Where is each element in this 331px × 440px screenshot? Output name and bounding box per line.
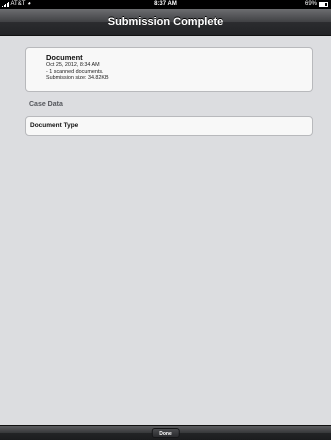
screen: AT&T ◕ 8:37 AM 69% Submission Complete D…	[0, 0, 331, 440]
status-bar: AT&T ◕ 8:37 AM 69%	[0, 0, 331, 9]
battery-percent: 69%	[304, 1, 317, 7]
main-content: Document Oct 25, 2012, 8:34 AM - 1 scann…	[0, 36, 331, 425]
status-time: 8:37 AM	[154, 1, 177, 7]
document-title: Document	[46, 53, 83, 62]
navigation-bar: Submission Complete	[0, 9, 331, 36]
document-type-row[interactable]: Document Type	[25, 116, 313, 136]
battery-icon	[319, 2, 328, 7]
case-data-header: Case Data	[29, 101, 63, 108]
done-button[interactable]: Done	[151, 428, 180, 438]
document-card: Document Oct 25, 2012, 8:34 AM - 1 scann…	[25, 47, 313, 92]
bottom-toolbar: Done	[0, 425, 331, 440]
page-title: Submission Complete	[107, 16, 224, 28]
status-right: 69%	[305, 0, 328, 9]
document-submission-size: Submission size: 34.82KB	[46, 75, 109, 81]
document-type-label: Document Type	[30, 122, 79, 129]
